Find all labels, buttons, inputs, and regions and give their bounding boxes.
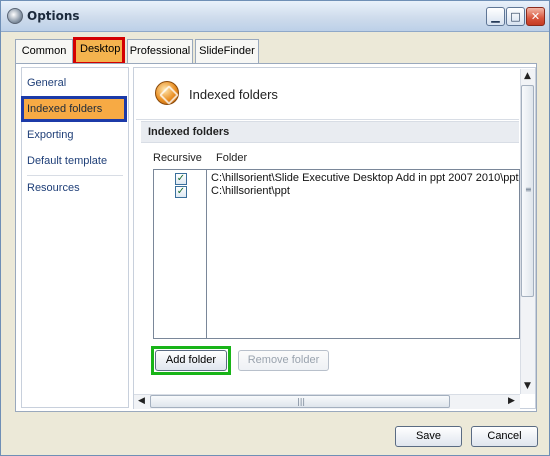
checkmark-icon: ✓ xyxy=(176,186,186,197)
vertical-grip-icon: ≡ xyxy=(525,185,532,194)
folder-path[interactable]: C:\hillsorient\ppt xyxy=(211,185,290,197)
sidebar-item-label: Default template xyxy=(27,155,108,167)
options-gear-icon xyxy=(7,8,23,24)
column-divider xyxy=(206,169,207,339)
sidebar-item-label: Exporting xyxy=(27,129,74,141)
folder-path[interactable]: C:\hillsorient\Slide Executive Desktop A… xyxy=(211,172,519,184)
recursive-checkbox[interactable]: ✓ xyxy=(175,186,187,198)
minimize-icon: ▁ xyxy=(491,10,500,23)
sidebar-item-general[interactable]: General xyxy=(27,77,66,89)
indexed-folders-icon xyxy=(155,81,179,105)
maximize-icon: □ xyxy=(510,10,521,23)
checkmark-icon: ✓ xyxy=(176,173,186,184)
scroll-left-arrow[interactable]: ◀ xyxy=(135,395,148,408)
close-button[interactable]: ✕ xyxy=(526,7,545,26)
tab-label: Common xyxy=(21,45,67,57)
sidebar-item-indexed-folders[interactable]: Indexed folders xyxy=(21,96,127,122)
folder-list[interactable] xyxy=(153,169,520,339)
sidebar-item-exporting[interactable]: Exporting xyxy=(27,129,73,141)
scroll-right-arrow[interactable]: ▶ xyxy=(505,395,518,408)
minimize-button[interactable]: ▁ xyxy=(486,7,505,26)
tab-slidefinder[interactable]: SlideFinder xyxy=(195,39,259,63)
column-header-folder[interactable]: Folder xyxy=(216,152,247,164)
tab-label: Desktop xyxy=(80,43,121,55)
remove-folder-button[interactable]: Remove folder xyxy=(238,350,329,371)
scroll-up-arrow[interactable]: ▲ xyxy=(521,70,534,83)
horizontal-grip-icon: ||| xyxy=(297,397,306,406)
button-label: Save xyxy=(415,430,442,442)
sidebar-item-label: Indexed folders xyxy=(27,103,103,115)
tab-label: Professional xyxy=(129,45,191,57)
content-title: Indexed folders xyxy=(189,87,278,102)
add-folder-button[interactable]: Add folder xyxy=(155,350,227,371)
tab-professional[interactable]: Professional xyxy=(127,39,193,63)
recursive-checkbox[interactable]: ✓ xyxy=(175,173,187,185)
scroll-down-arrow[interactable]: ▼ xyxy=(521,380,534,393)
sidebar-item-label: General xyxy=(27,77,67,89)
button-label: Add folder xyxy=(165,354,217,366)
column-header-recursive[interactable]: Recursive xyxy=(153,152,202,164)
tab-label: SlideFinder xyxy=(199,45,255,57)
sidebar-item-default-template[interactable]: Default template xyxy=(27,155,107,167)
tab-desktop[interactable]: Desktop xyxy=(76,40,122,62)
options-window: Options ▁ □ ✕ Common Desktop Professiona… xyxy=(0,0,550,456)
sidebar-item-label: Resources xyxy=(27,182,80,194)
button-label: Remove folder xyxy=(247,354,320,366)
cancel-button[interactable]: Cancel xyxy=(471,426,538,447)
sidebar-item-resources[interactable]: Resources xyxy=(27,182,80,194)
tab-common[interactable]: Common xyxy=(15,39,73,63)
maximize-button[interactable]: □ xyxy=(506,7,525,26)
section-title: Indexed folders xyxy=(148,126,230,138)
sidebar-divider xyxy=(27,175,123,176)
title-bar: Options ▁ □ ✕ xyxy=(1,1,549,32)
button-label: Cancel xyxy=(487,430,522,442)
window-title: Options xyxy=(27,9,80,23)
save-button[interactable]: Save xyxy=(395,426,462,447)
close-icon: ✕ xyxy=(530,10,541,23)
